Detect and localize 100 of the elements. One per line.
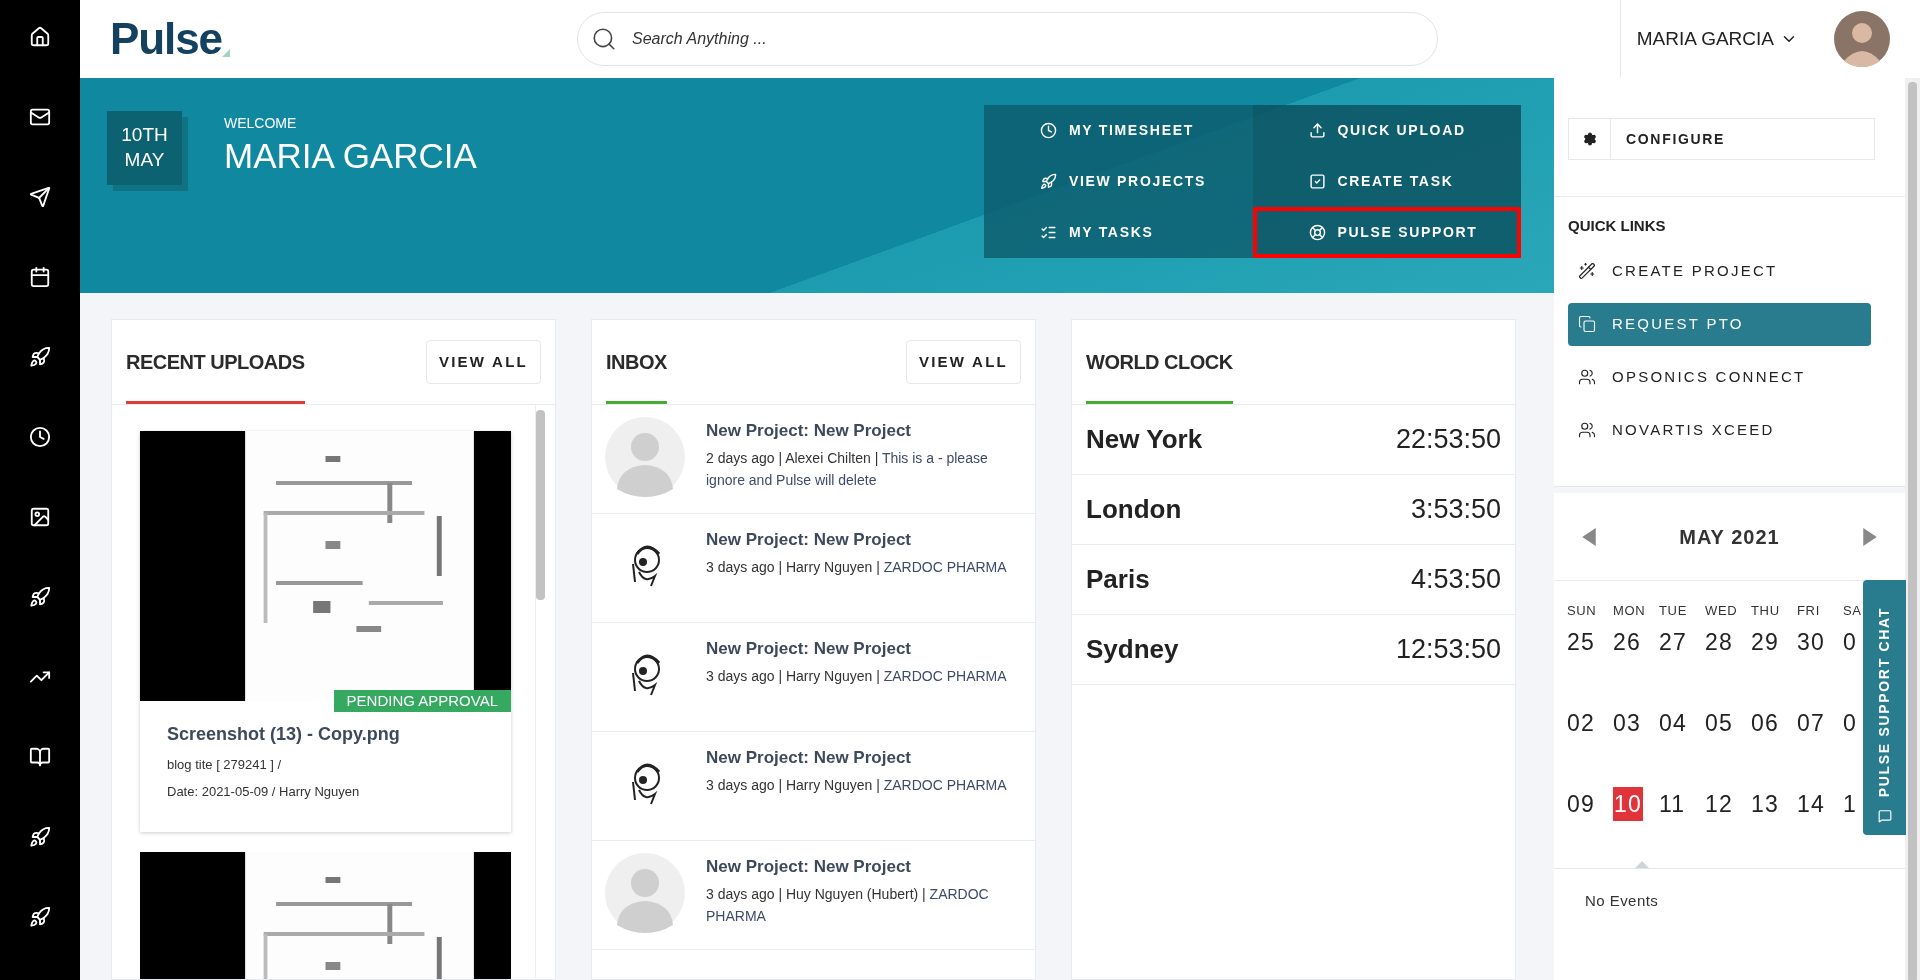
quick-link[interactable]: CREATE PROJECT <box>1568 249 1871 293</box>
card-title: INBOX <box>606 350 667 375</box>
message-meta: 3 days ago | Harry Nguyen | ZARDOC PHARMA <box>706 666 1007 686</box>
message-row[interactable]: New Project: New Project 3 days ago | Huy Nguyen (Hubert) | ZARDOC PHARMA <box>592 841 1035 950</box>
calendar-day[interactable]: 07 <box>1797 705 1825 740</box>
search-field[interactable]: Search Anything ... <box>577 12 1438 66</box>
rocket-icon[interactable] <box>29 346 51 368</box>
calendar-day[interactable]: 27 <box>1659 624 1687 659</box>
calendar-day[interactable]: 0 <box>1843 624 1857 659</box>
section-heading: QUICK LINKS <box>1568 216 1667 236</box>
calendar-day[interactable]: 29 <box>1751 624 1779 659</box>
rocket-icon[interactable] <box>29 826 51 848</box>
clock-time: 12:53:50 <box>1395 633 1501 667</box>
calendar-day[interactable]: 02 <box>1567 705 1595 740</box>
calendar-day[interactable]: 1 <box>1843 786 1857 821</box>
events-text: No Events <box>1584 890 1660 911</box>
calendar-day[interactable]: 30 <box>1797 624 1825 659</box>
quick-link[interactable]: OPSONICS CONNECT <box>1568 355 1871 399</box>
upload-icon <box>1308 122 1326 139</box>
view-all-button[interactable]: VIEW ALL <box>905 340 1021 384</box>
user-menu[interactable]: MARIA GARCIA <box>1636 24 1798 54</box>
home-icon[interactable] <box>29 26 51 48</box>
message-meta: 3 days ago | Harry Nguyen | ZARDOC PHARMA <box>706 775 1007 795</box>
weekday-label: FRI <box>1797 602 1821 620</box>
avatar[interactable] <box>1834 11 1890 67</box>
calendar-day[interactable]: 13 <box>1751 786 1779 821</box>
message-meta: 3 days ago | Huy Nguyen (Hubert) | ZARDOC PHARMA <box>706 884 990 926</box>
calendar-day[interactable]: 05 <box>1705 705 1733 740</box>
message-row[interactable]: New Project: New Project 2 days ago | Alexei Chilten | This is a - please ignore and Pulse will delete <box>592 405 1035 514</box>
page-scrollbar[interactable] <box>1905 78 1920 980</box>
scrollbar[interactable] <box>535 405 545 979</box>
welcome-label: WELCOME <box>224 114 298 133</box>
file-name[interactable]: Screenshot (13) - Copy.png <box>167 721 484 748</box>
quick-action-button[interactable]: CREATE TASK <box>1252 156 1521 207</box>
weekday-label: WED <box>1705 602 1739 620</box>
weekday-label: SUN <box>1567 602 1598 620</box>
support-chat-tab[interactable]: PULSE SUPPORT CHAT <box>1863 580 1906 835</box>
calendar-day[interactable]: 06 <box>1751 705 1779 740</box>
lifebuoy-icon <box>1308 224 1326 241</box>
weekday-label: SA <box>1843 602 1863 620</box>
message-row[interactable]: New Project: New Project 3 days ago | Harry Nguyen | ZARDOC PHARMA <box>592 623 1035 732</box>
message-title: New Project: New Project <box>706 638 912 660</box>
wand-icon <box>1578 262 1596 280</box>
clock-time: 22:53:50 <box>1395 423 1501 457</box>
status-badge: PENDING APPROVAL <box>333 690 511 712</box>
quick-link[interactable]: NOVARTIS XCEED <box>1568 408 1871 452</box>
quick-action-button[interactable]: QUICK UPLOAD <box>1252 105 1521 156</box>
users-icon <box>1578 368 1596 386</box>
paper-plane-icon[interactable] <box>29 186 51 208</box>
calendar-day[interactable]: 12 <box>1705 786 1733 821</box>
calendar-icon[interactable] <box>29 266 51 288</box>
message-row[interactable]: New Project: New Project 3 days ago | Harry Nguyen | ZARDOC PHARMA <box>592 514 1035 623</box>
view-all-button[interactable]: VIEW ALL <box>425 340 541 384</box>
checkbox-icon <box>1308 173 1326 190</box>
calendar-day[interactable]: 0 <box>1843 705 1857 740</box>
message-title: New Project: New Project <box>706 747 912 769</box>
calendar-day[interactable]: 04 <box>1659 705 1687 740</box>
rocket-icon <box>1040 173 1057 190</box>
mail-icon[interactable] <box>29 106 51 128</box>
logo-mark-icon <box>221 49 230 57</box>
previous-month-icon[interactable] <box>1582 527 1596 546</box>
calendar-day[interactable]: 25 <box>1567 624 1595 659</box>
search-icon <box>591 26 617 52</box>
calendar-day[interactable]: 09 <box>1567 786 1595 821</box>
clock-icon <box>1040 122 1057 139</box>
pointer-icon <box>1635 860 1649 868</box>
quick-action-button[interactable]: VIEW PROJECTS <box>984 156 1253 207</box>
card-title: WORLD CLOCK <box>1086 350 1233 375</box>
checklist-icon <box>1040 224 1057 241</box>
calendar-day[interactable]: 14 <box>1797 786 1825 821</box>
rocket-icon[interactable] <box>29 906 51 928</box>
message-row[interactable]: New Project: New Project 3 days ago | Harry Nguyen | ZARDOC PHARMA <box>592 732 1035 841</box>
quick-action-button[interactable]: MY TIMESHEET <box>984 105 1253 156</box>
logo: Pulse <box>110 17 222 61</box>
users-icon <box>1578 421 1596 439</box>
next-month-icon[interactable] <box>1863 527 1877 546</box>
calendar-day[interactable]: 10 <box>1613 786 1643 821</box>
quick-action-button[interactable]: MY TASKS <box>984 207 1253 258</box>
quick-action-button[interactable]: PULSE SUPPORT <box>1252 207 1521 258</box>
calendar-day[interactable]: 03 <box>1613 705 1641 740</box>
file-detail: blog tite [ 279241 ] / <box>167 756 283 774</box>
configure-button[interactable]: CONFIGURE <box>1568 118 1875 160</box>
image-icon[interactable] <box>29 506 51 528</box>
calendar-day[interactable]: 11 <box>1659 786 1686 821</box>
city-name: New York <box>1086 423 1203 456</box>
clock-time: 4:53:50 <box>1410 563 1501 597</box>
city-name: Paris <box>1086 563 1150 596</box>
calendar-day[interactable]: 28 <box>1705 624 1733 659</box>
copy-icon <box>1578 315 1596 333</box>
weekday-label: TUE <box>1659 602 1688 620</box>
message-title: New Project: New Project <box>706 420 912 442</box>
rocket-icon[interactable] <box>29 586 51 608</box>
upload-card[interactable]: PENDING APPROVAL Screenshot (13) - Copy.png blog tite [ 279241 ] / Date: 2021-05-09 / Harry Nguyen <box>140 431 511 832</box>
weekday-label: MON <box>1613 602 1647 620</box>
calendar-day[interactable]: 26 <box>1613 624 1641 659</box>
clock-icon[interactable] <box>29 426 51 448</box>
quick-link[interactable]: REQUEST PTO <box>1568 302 1871 346</box>
card-title: RECENT UPLOADS <box>126 350 305 375</box>
date-text: 10TH <box>121 123 168 148</box>
book-icon[interactable] <box>29 746 51 768</box>
